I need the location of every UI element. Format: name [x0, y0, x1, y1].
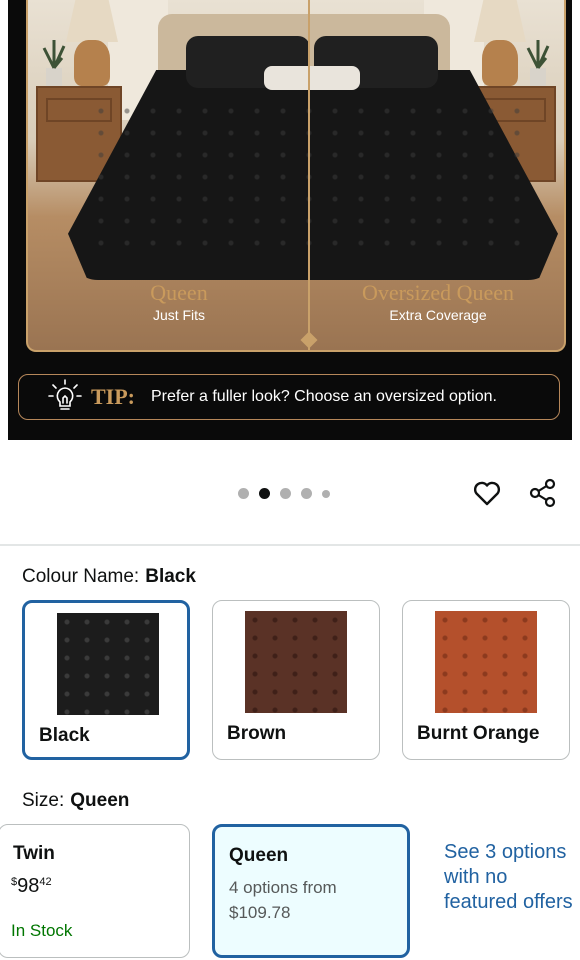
options-price: $109.78	[229, 903, 291, 922]
carousel-dot[interactable]	[301, 488, 312, 499]
bedroom-photo: Queen Just Fits Oversized Queen Extra Co…	[26, 0, 566, 352]
heart-icon[interactable]	[472, 478, 502, 508]
size-option-name: Queen	[229, 845, 289, 866]
colour-selected: Black	[145, 566, 196, 587]
swatch-burnt-orange[interactable]: Burnt Orange	[402, 600, 570, 760]
tip-label: TIP:	[91, 384, 135, 409]
size-selected: Queen	[70, 790, 130, 811]
carousel-dot[interactable]	[322, 489, 330, 498]
tip-banner: TIP: Prefer a fuller look? Choose an ove…	[18, 374, 560, 420]
colour-name-row: Colour Name: Black	[22, 566, 196, 588]
size-label: Size:	[22, 790, 65, 811]
lamp-base-right	[482, 40, 518, 86]
swatch-label: Brown	[227, 723, 287, 744]
swatch-label: Black	[39, 725, 90, 746]
swatch-black[interactable]: Black	[22, 600, 190, 760]
size-option-queen[interactable]: Queen 4 options from $109.78	[212, 824, 410, 958]
share-icon[interactable]	[528, 478, 558, 508]
lamp-base-left	[74, 40, 110, 86]
queen-label-sub: Just Fits	[152, 307, 206, 323]
price-fraction: 42	[39, 876, 52, 888]
options-count: 4 options from	[229, 878, 337, 897]
options-from: 4 options from $109.78	[229, 875, 399, 925]
size-option-twin[interactable]: Twin $9842 In Stock	[0, 824, 190, 958]
carousel-dot[interactable]	[238, 488, 249, 499]
see-options-link[interactable]: See 3 options with no featured offers	[444, 840, 580, 915]
product-image[interactable]: Queen Just Fits Oversized Queen Extra Co…	[8, 0, 572, 440]
swatch-brown[interactable]: Brown	[212, 600, 380, 760]
tip-text: Prefer a fuller look? Choose an oversize…	[151, 388, 497, 405]
lightbulb-icon	[48, 379, 82, 410]
swatch-thumb	[245, 611, 347, 713]
swatch-thumb	[435, 611, 537, 713]
pintuck-texture	[88, 100, 538, 260]
oversized-label-title: Oversized Queen	[361, 280, 515, 305]
price: $9842	[11, 875, 52, 898]
oversized-label: Oversized Queen Extra Coverage	[338, 280, 538, 323]
accent-pillow	[264, 66, 360, 90]
carousel-dots[interactable]	[238, 488, 330, 499]
oversized-label-sub: Extra Coverage	[389, 307, 487, 323]
plant-right	[526, 40, 550, 86]
price-whole: 98	[17, 875, 40, 897]
price-symbol: $	[11, 876, 18, 888]
comparison-divider	[308, 0, 310, 350]
queen-label: Queen Just Fits	[124, 280, 234, 323]
stock-status: In Stock	[11, 921, 73, 940]
divider-diamond-icon	[300, 331, 318, 349]
colour-label: Colour Name:	[22, 566, 140, 587]
size-row: Size: Queen	[22, 790, 129, 812]
swatch-thumb	[57, 613, 159, 715]
carousel-dot[interactable]	[280, 488, 291, 499]
swatch-label: Burnt Orange	[417, 723, 540, 744]
queen-label-title: Queen	[150, 280, 208, 305]
section-divider	[0, 544, 580, 546]
carousel-dot-active[interactable]	[259, 488, 270, 499]
plant-left	[42, 40, 66, 86]
size-option-name: Twin	[13, 843, 55, 864]
